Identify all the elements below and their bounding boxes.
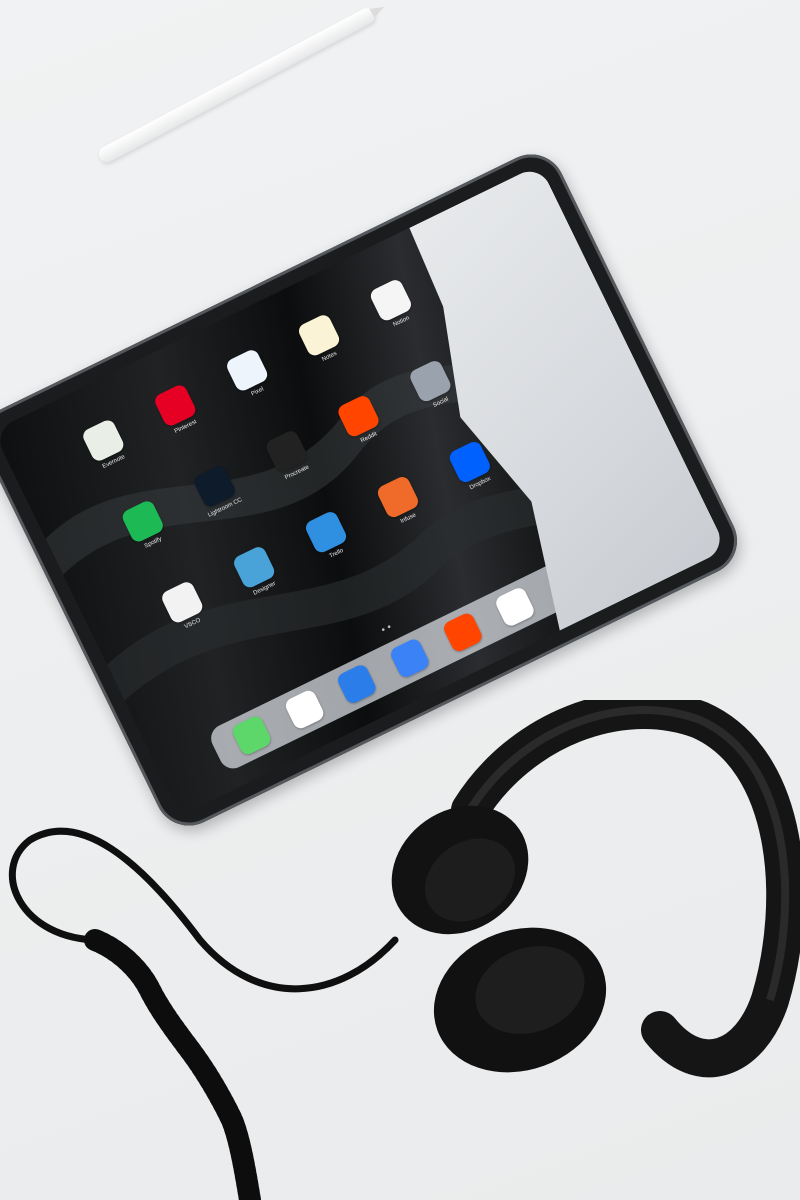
photo-scene: Evernote Pinterest Pixel Notes Notion Spotify… — [0, 0, 800, 1200]
folder-icon[interactable] — [558, 473, 605, 520]
files-icon[interactable] — [335, 662, 379, 706]
headphones — [9, 700, 800, 1200]
spark-icon[interactable] — [388, 636, 432, 680]
photos-icon[interactable] — [479, 312, 526, 358]
camera-icon[interactable] — [519, 393, 565, 439]
apple-pencil — [96, 2, 387, 166]
coiled-cable — [84, 929, 261, 1200]
headphone-cable — [9, 827, 399, 993]
safari-icon[interactable] — [546, 559, 590, 603]
reddit-icon[interactable] — [440, 611, 484, 654]
calendar-icon[interactable]: 19 — [440, 231, 486, 277]
pencil-tip — [369, 2, 387, 18]
photos-icon[interactable] — [493, 585, 537, 629]
